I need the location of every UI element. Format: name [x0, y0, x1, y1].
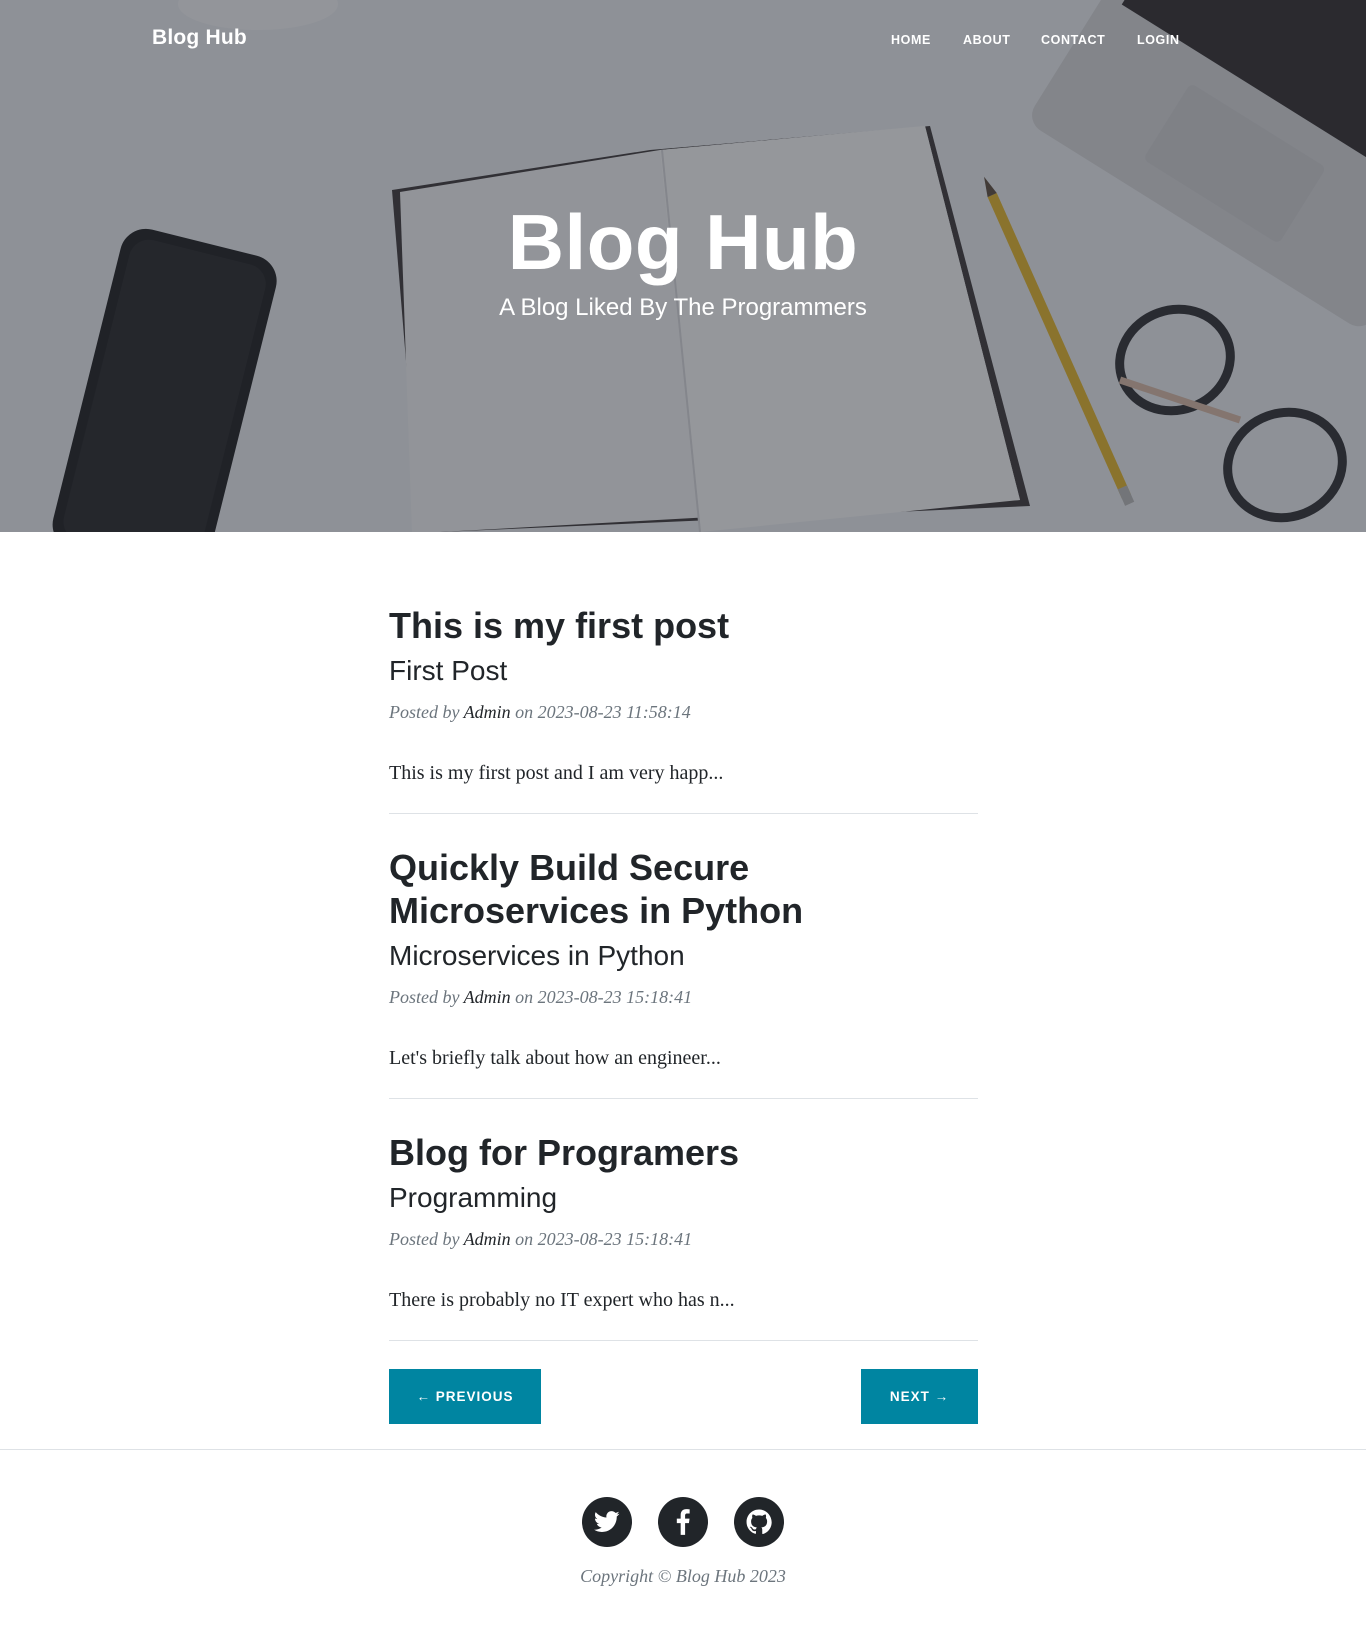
twitter-icon-glyph [594, 1511, 620, 1532]
post-meta: Posted by Admin on 2023-08-23 15:18:41 [389, 986, 978, 1008]
nav-login[interactable]: Login [1137, 33, 1180, 47]
post-author[interactable]: Admin [464, 987, 511, 1007]
post-author[interactable]: Admin [464, 1229, 511, 1249]
post-subtitle[interactable]: First Post [389, 653, 978, 689]
post-title[interactable]: Quickly Build Secure Microservices in Py… [389, 846, 978, 932]
nav-home[interactable]: Home [891, 33, 931, 47]
post-preview: Blog for Programers Programming Posted b… [389, 1131, 978, 1341]
hero-heading: Blog Hub A Blog Liked By The Programmers [0, 198, 1366, 323]
post-author[interactable]: Admin [464, 702, 511, 722]
hero-header: Blog Hub Home About Contact Login Blog H… [0, 0, 1366, 532]
post-title[interactable]: This is my first post [389, 604, 978, 647]
post-meta-prefix: Posted by [389, 702, 464, 722]
post-excerpt: This is my first post and I am very happ… [389, 762, 724, 784]
facebook-icon-glyph [676, 1509, 690, 1535]
post-date: 2023-08-23 15:18:41 [537, 987, 693, 1007]
nav-about[interactable]: About [963, 33, 1010, 47]
post-preview: Quickly Build Secure Microservices in Py… [389, 846, 978, 1099]
post-meta-on: on [510, 1229, 538, 1249]
post-meta-on: on [510, 702, 538, 722]
post-title[interactable]: Blog for Programers [389, 1131, 978, 1174]
post-date: 2023-08-23 15:18:41 [537, 1229, 693, 1249]
post-subtitle[interactable]: Programming [389, 1180, 978, 1216]
previous-button[interactable]: ← Previous [389, 1369, 541, 1424]
nav-links: Home About Contact Login [0, 33, 1366, 53]
post-meta-prefix: Posted by [389, 1229, 464, 1249]
post-date: 2023-08-23 11:58:14 [537, 702, 691, 722]
post-list: This is my first post First Post Posted … [389, 604, 978, 1341]
next-button[interactable]: Next → [861, 1369, 978, 1424]
post-preview: This is my first post First Post Posted … [389, 604, 978, 814]
pager: ← Previous Next → [389, 1369, 978, 1424]
facebook-icon[interactable] [658, 1497, 708, 1547]
twitter-icon[interactable] [582, 1497, 632, 1547]
footer-divider [0, 1449, 1366, 1450]
post-excerpt: There is probably no IT expert who has n… [389, 1289, 735, 1311]
navbar: Blog Hub Home About Contact Login [0, 0, 1366, 82]
post-meta-prefix: Posted by [389, 987, 464, 1007]
hero-title: Blog Hub [507, 198, 859, 286]
post-meta: Posted by Admin on 2023-08-23 15:18:41 [389, 1228, 978, 1250]
github-icon[interactable] [734, 1497, 784, 1547]
hero-subtitle: A Blog Liked By The Programmers [499, 293, 867, 321]
github-icon-glyph [746, 1509, 772, 1535]
nav-contact[interactable]: Contact [1041, 33, 1105, 47]
post-excerpt: Let's briefly talk about how an engineer… [389, 1047, 721, 1069]
social-links [0, 1497, 1366, 1547]
post-subtitle[interactable]: Microservices in Python [389, 938, 978, 974]
post-meta-on: on [510, 987, 538, 1007]
post-meta: Posted by Admin on 2023-08-23 11:58:14 [389, 701, 978, 723]
copyright-text: Copyright © Blog Hub 2023 [580, 1566, 786, 1586]
